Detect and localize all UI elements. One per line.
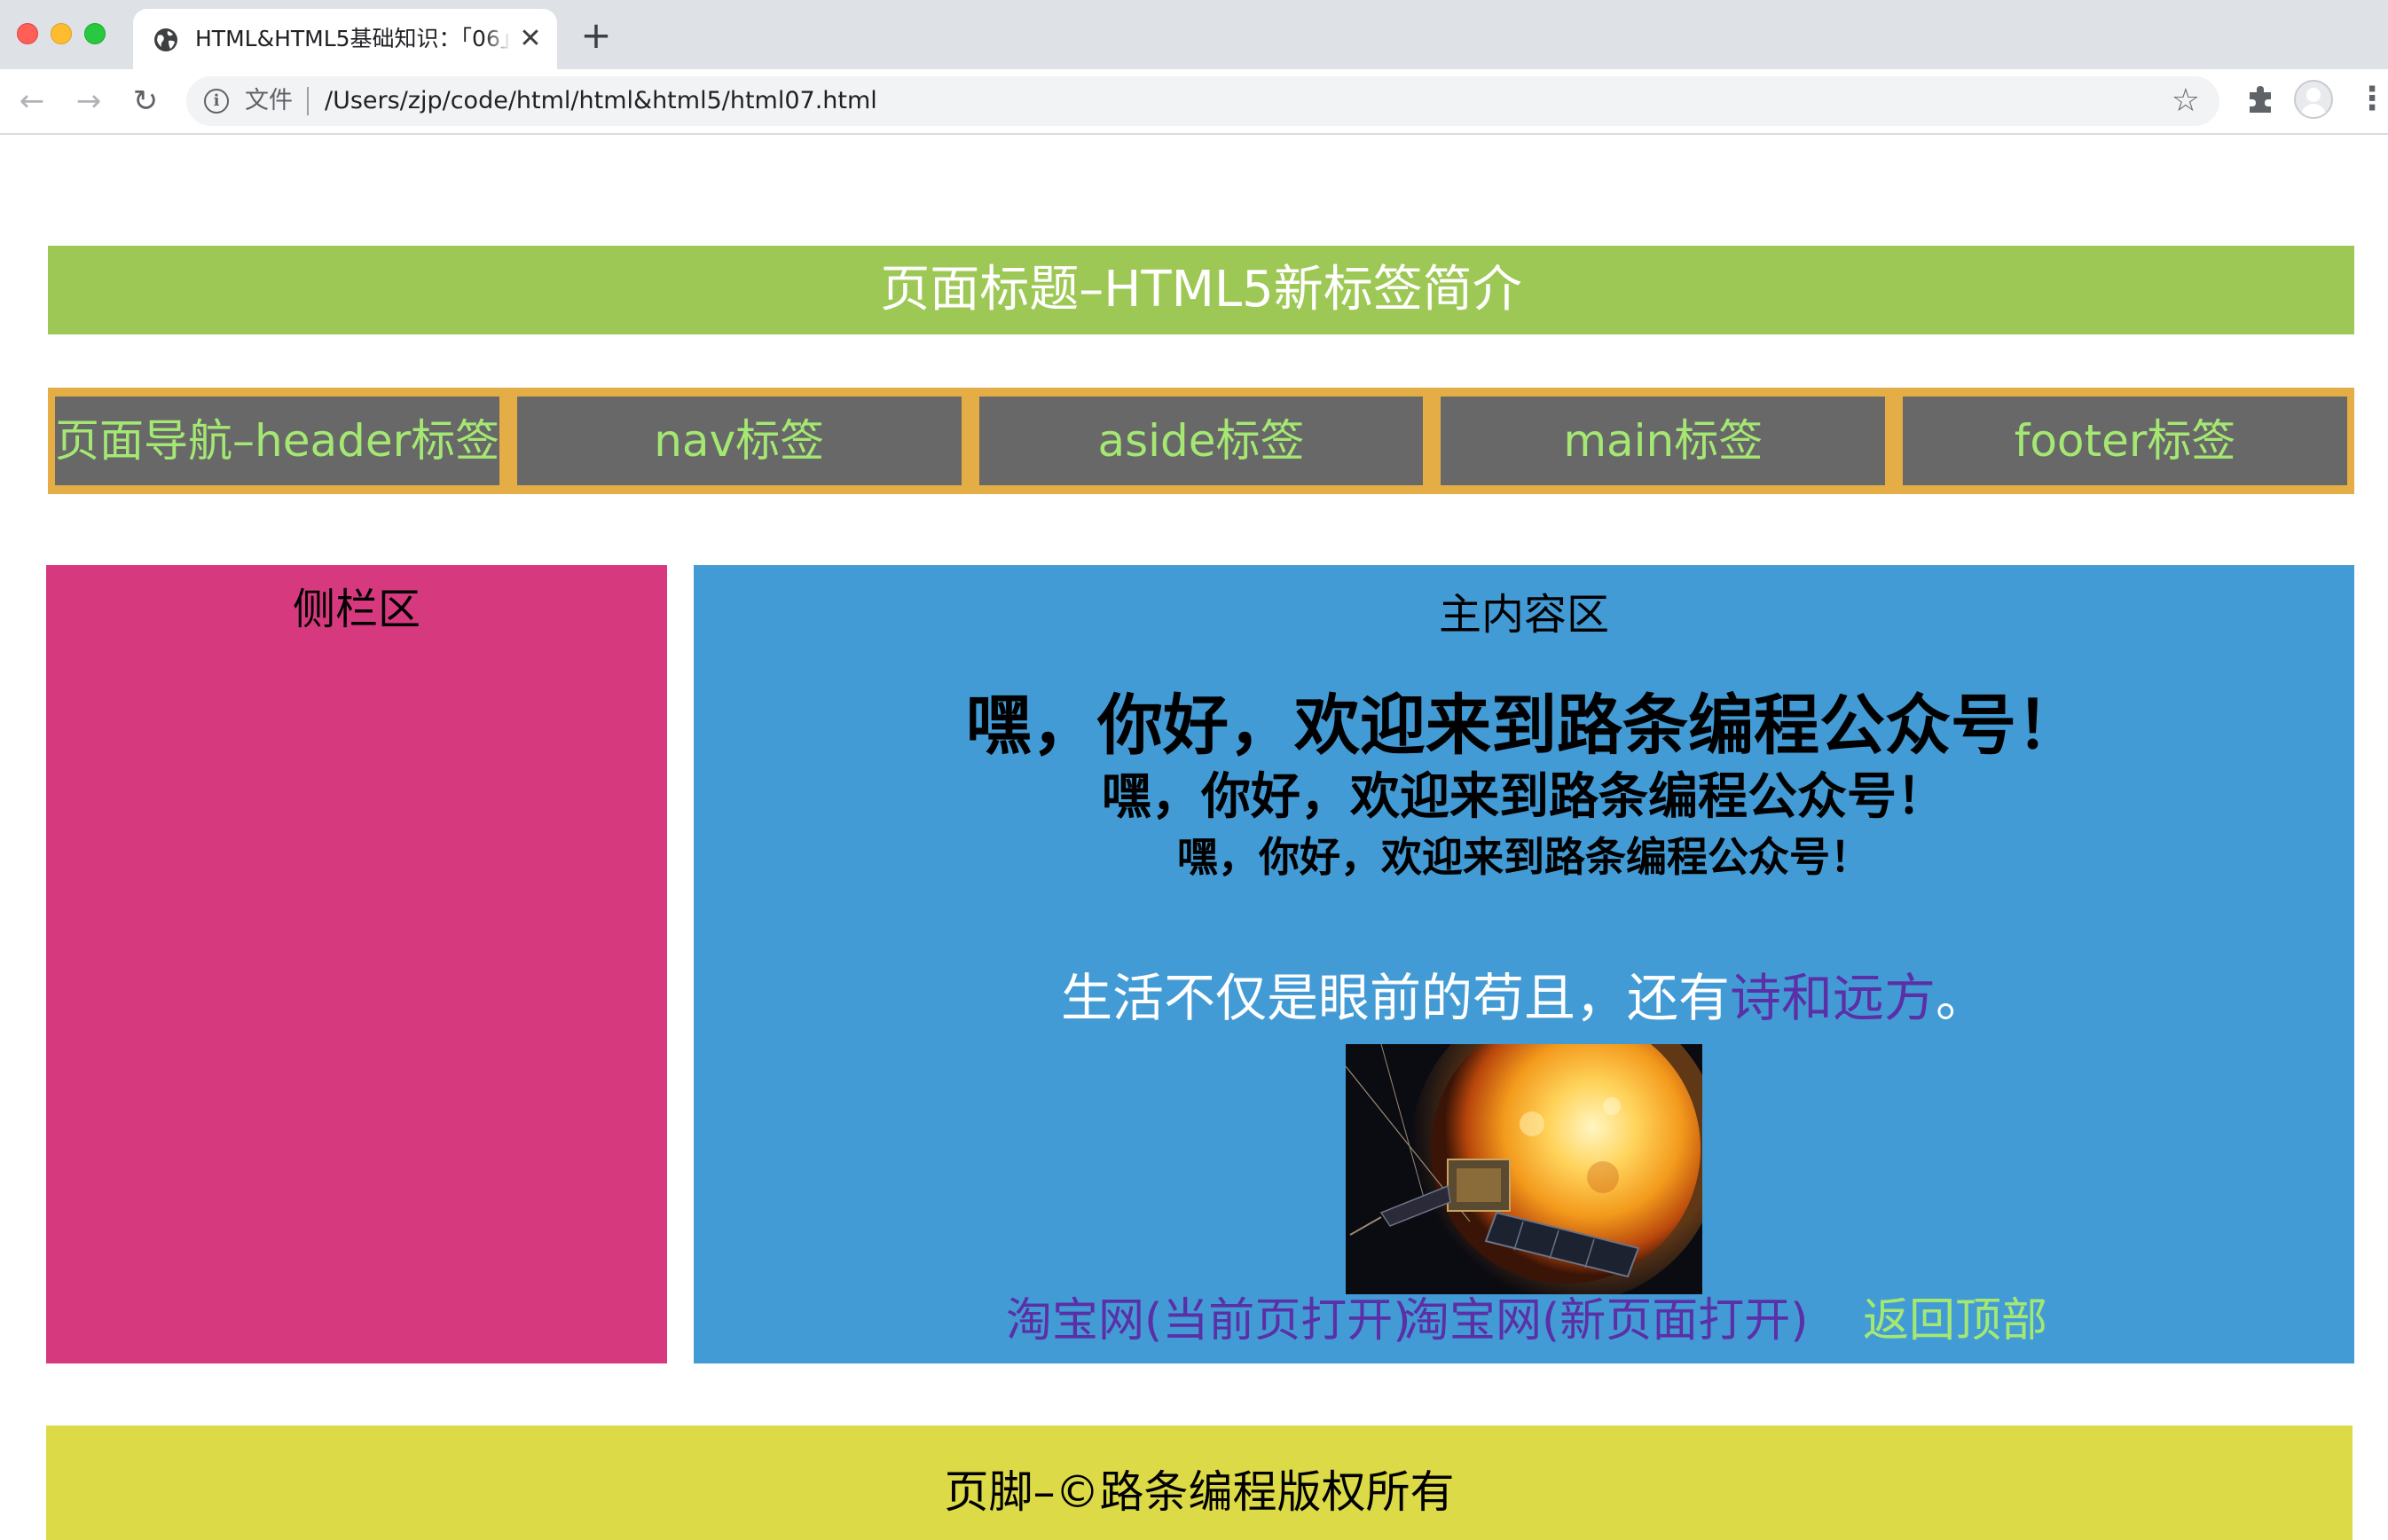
tab-close-icon[interactable]: ✕ [516, 25, 545, 53]
browser-tab-active[interactable]: HTML&HTML5基础知识：「06」 ✕ [133, 9, 557, 69]
poem-line: 生活不仅是眼前的苟且，还有诗和远方。 [694, 966, 2354, 1030]
back-button[interactable]: ← [14, 83, 50, 119]
new-tab-button[interactable]: + [580, 17, 612, 54]
page-nav: 页面导航–header标签 nav标签 aside标签 main标签 foote… [48, 388, 2354, 494]
url-scheme-label: 文件 [245, 87, 293, 114]
nav-item-footer[interactable]: footer标签 [1903, 397, 2347, 485]
page-footer: 页脚–©路条编程版权所有 [46, 1426, 2353, 1540]
nav-item-aside[interactable]: aside标签 [978, 397, 1424, 485]
footer-copyright: 页脚–©路条编程版权所有 [944, 1466, 1455, 1518]
nav-item-header[interactable]: 页面导航–header标签 [55, 397, 499, 485]
link-taobao-new-page[interactable]: 淘宝网(新页面打开) [1403, 1289, 1809, 1353]
profile-avatar-icon[interactable] [2294, 80, 2333, 119]
poem-emphasis: 诗和远方 [1729, 968, 1936, 1028]
minimize-window-button[interactable] [51, 23, 72, 44]
link-taobao-same-page[interactable]: 淘宝网(当前页打开) [1006, 1289, 1411, 1353]
web-page: 页面标题–HTML5新标签简介 页面导航–header标签 nav标签 asid… [0, 135, 2388, 1540]
forward-button[interactable]: → [71, 83, 106, 119]
url-separator [307, 87, 309, 115]
main-content-area: 主内容区 嘿，你好，欢迎来到路条编程公众号！ 嘿，你好，欢迎来到路条编程公众号！… [694, 565, 2354, 1363]
greeting-heading-large: 嘿，你好，欢迎来到路条编程公众号！ [966, 688, 2082, 764]
sidebar-area: 侧栏区 [46, 565, 667, 1363]
zoom-window-button[interactable] [84, 23, 106, 44]
info-icon[interactable]: i [204, 89, 229, 114]
bookmark-star-icon[interactable]: ☆ [2172, 83, 2200, 119]
page-header-title: 页面标题–HTML5新标签简介 [48, 246, 2354, 334]
tab-title: HTML&HTML5基础知识：「06」 [195, 26, 510, 51]
poem-suffix: 。 [1936, 968, 1988, 1028]
browser-toolbar: ← → ↻ i 文件 /Users/zjp/code/html/html&htm… [0, 69, 2388, 135]
sun-satellite-image [1346, 1044, 1702, 1294]
nav-item-main[interactable]: main标签 [1441, 397, 1886, 485]
nav-item-nav[interactable]: nav标签 [516, 397, 962, 485]
reload-button[interactable]: ↻ [128, 83, 163, 119]
address-bar[interactable]: i 文件 /Users/zjp/code/html/html&html5/htm… [186, 76, 2219, 126]
link-back-to-top[interactable]: 返回顶部 [1863, 1289, 2047, 1353]
globe-icon [154, 28, 177, 51]
main-title: 主内容区 [1438, 590, 1609, 640]
greeting-heading-medium: 嘿，你好，欢迎来到路条编程公众号！ [1102, 768, 1946, 826]
greeting-heading-small: 嘿，你好，欢迎来到路条编程公众号！ [1177, 833, 1871, 881]
url-text[interactable]: /Users/zjp/code/html/html&html5/html07.h… [325, 85, 877, 117]
sidebar-title: 侧栏区 [292, 585, 420, 634]
poem-prefix: 生活不仅是眼前的苟且，还有 [1060, 968, 1730, 1028]
close-window-button[interactable] [17, 23, 38, 44]
more-menu-icon[interactable]: ⋮ [2356, 82, 2388, 121]
browser-tab-bar: HTML&HTML5基础知识：「06」 ✕ + [0, 0, 2388, 69]
puzzle-extension-icon[interactable] [2243, 82, 2278, 117]
